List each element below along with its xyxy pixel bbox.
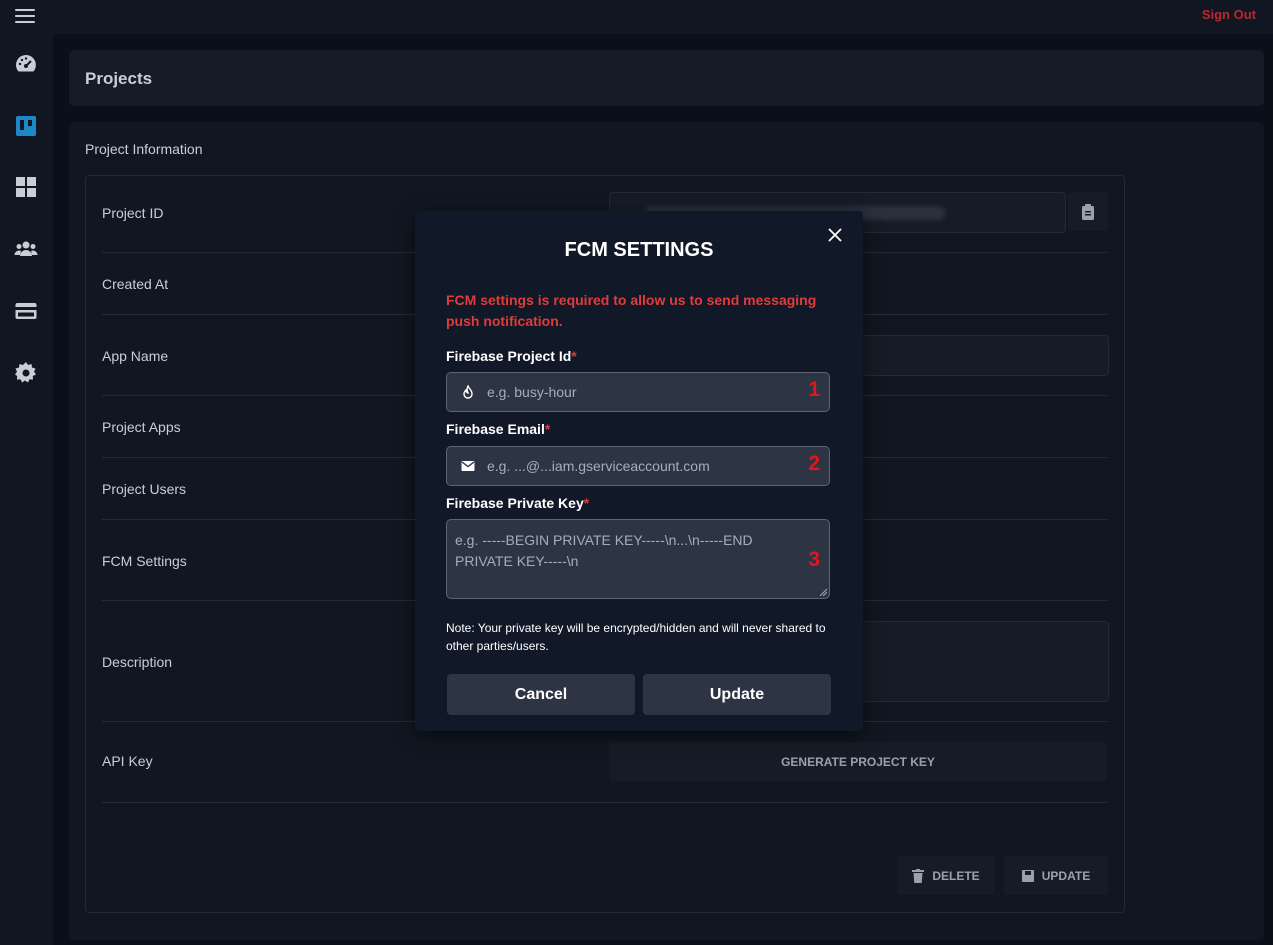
credit-card-icon[interactable] <box>14 299 38 323</box>
firebase-private-key-label: Firebase Private Key* <box>446 495 590 511</box>
update-button[interactable]: UPDATE <box>1004 856 1108 895</box>
envelope-icon <box>461 461 475 471</box>
project-apps-label: Project Apps <box>102 419 181 435</box>
sign-out-link[interactable]: Sign Out <box>1202 7 1256 22</box>
annotation-number: 1 <box>808 378 820 401</box>
users-icon[interactable] <box>14 237 38 261</box>
fcm-settings-modal: FCM SETTINGS FCM settings is required to… <box>415 211 863 731</box>
firebase-private-key-textarea[interactable]: e.g. -----BEGIN PRIVATE KEY-----\n...\n-… <box>446 519 830 599</box>
created-at-label: Created At <box>102 276 169 292</box>
fire-icon <box>463 385 473 399</box>
generate-project-key-button[interactable]: GENERATE PROJECT KEY <box>609 742 1107 781</box>
annotation-number: 2 <box>808 452 820 475</box>
fcm-settings-label: FCM Settings <box>102 553 187 569</box>
sidebar <box>0 34 53 945</box>
trash-icon <box>912 868 925 883</box>
project-info-title: Project Information <box>85 141 203 157</box>
update-button-label: UPDATE <box>1041 868 1091 883</box>
app-name-label: App Name <box>102 348 169 364</box>
firebase-private-key-placeholder: e.g. -----BEGIN PRIVATE KEY-----\n...\n-… <box>455 532 753 569</box>
firebase-email-placeholder: e.g. ...@...iam.gserviceaccount.com <box>487 458 710 474</box>
description-label: Description <box>102 654 173 670</box>
modal-title: FCM SETTINGS <box>564 239 714 261</box>
row-divider <box>102 802 1107 803</box>
grid-icon[interactable] <box>14 175 38 199</box>
hamburger-menu-icon[interactable] <box>15 5 35 23</box>
speedometer-icon[interactable] <box>14 52 38 76</box>
delete-button-label: DELETE <box>932 868 980 883</box>
top-bar: Sign Out <box>0 0 1273 34</box>
fcm-warning-text: FCM settings is required to allow us to … <box>446 292 817 329</box>
firebase-email-input[interactable]: e.g. ...@...iam.gserviceaccount.com 2 <box>446 446 830 486</box>
resize-handle-icon[interactable] <box>819 588 827 596</box>
firebase-project-id-label: Firebase Project Id* <box>446 348 577 364</box>
project-users-label: Project Users <box>102 481 187 497</box>
delete-button[interactable]: DELETE <box>897 856 995 895</box>
trello-board-icon[interactable] <box>14 114 38 138</box>
project-id-label: Project ID <box>102 205 164 221</box>
clipboard-icon <box>1082 203 1094 220</box>
firebase-email-label: Firebase Email* <box>446 421 551 437</box>
modal-update-button[interactable]: Update <box>643 674 831 715</box>
api-key-label: API Key <box>102 753 153 769</box>
close-icon[interactable] <box>827 227 843 243</box>
save-icon <box>1021 869 1034 882</box>
gear-icon[interactable] <box>14 361 38 385</box>
page-header: Projects <box>69 50 1264 106</box>
private-key-note: Note: Your private key will be encrypted… <box>446 621 826 653</box>
firebase-project-id-placeholder: e.g. busy-hour <box>487 384 577 400</box>
annotation-number: 3 <box>808 548 820 571</box>
cancel-button[interactable]: Cancel <box>447 674 635 715</box>
page-title: Projects <box>85 69 153 88</box>
copy-button[interactable] <box>1068 192 1108 231</box>
firebase-project-id-input[interactable]: e.g. busy-hour 1 <box>446 372 830 412</box>
